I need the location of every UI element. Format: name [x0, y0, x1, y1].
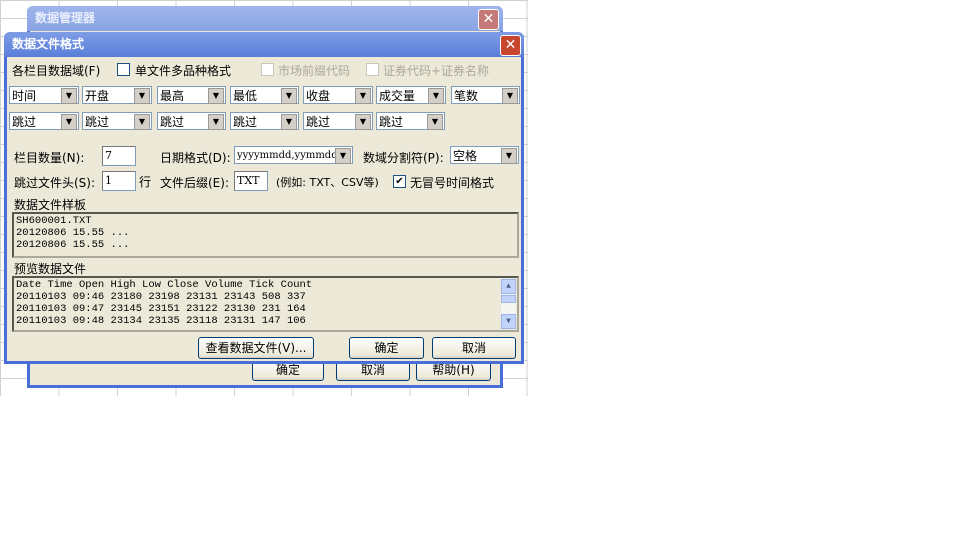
multi-format-checkbox[interactable] [117, 63, 130, 76]
column-field-select[interactable]: 最低 ▼ [230, 86, 299, 104]
column-field-value: 跳过 [160, 115, 185, 129]
no-colon-checkbox[interactable]: ✔ [393, 175, 406, 188]
column-field-select[interactable]: 跳过 ▼ [376, 112, 445, 130]
chevron-down-icon[interactable]: ▼ [355, 88, 371, 104]
dialog-title: 数据管理器 [35, 11, 96, 25]
column-field-value: 开盘 [85, 89, 110, 103]
chevron-down-icon[interactable]: ▼ [502, 88, 518, 104]
chevron-down-icon[interactable]: ▼ [61, 88, 77, 104]
column-field-value: 收盘 [306, 89, 331, 103]
column-field-select[interactable]: 笔数 ▼ [451, 86, 520, 104]
separator-value: 空格 [453, 149, 478, 163]
chevron-down-icon[interactable]: ▼ [335, 148, 351, 164]
chevron-down-icon[interactable]: ▼ [427, 114, 443, 130]
skip-header-label: 跳过文件头(S): [14, 176, 96, 190]
chevron-down-icon[interactable]: ▼ [501, 148, 517, 164]
scroll-up-icon[interactable]: ▲ [501, 279, 516, 294]
ok-button[interactable]: 确定 [349, 337, 424, 359]
date-format-select[interactable]: yyyymmdd,yymmdd ▼ [234, 146, 353, 164]
scroll-down-icon[interactable]: ▼ [501, 314, 516, 329]
column-field-select[interactable]: 最高 ▼ [157, 86, 226, 104]
close-icon[interactable]: ✕ [478, 9, 499, 30]
chevron-down-icon[interactable]: ▼ [134, 88, 150, 104]
preview-label: 预览数据文件 [14, 262, 87, 276]
chevron-down-icon[interactable]: ▼ [281, 88, 297, 104]
column-field-value: 跳过 [85, 115, 110, 129]
close-icon[interactable]: ✕ [500, 35, 521, 56]
column-field-value: 跳过 [306, 115, 331, 129]
chevron-down-icon[interactable]: ▼ [61, 114, 77, 130]
date-format-value: yyyymmdd,yymmdd [237, 150, 338, 161]
column-field-value: 笔数 [454, 89, 479, 103]
scrollbar[interactable]: ▲ ▼ [501, 279, 516, 329]
column-field-select[interactable]: 跳过 ▼ [303, 112, 373, 130]
column-field-value: 最高 [160, 89, 185, 103]
code-name-checkbox[interactable] [366, 63, 379, 76]
column-field-value: 跳过 [12, 115, 37, 129]
column-field-select[interactable]: 成交量 ▼ [376, 86, 446, 104]
column-field-select[interactable]: 跳过 ▼ [82, 112, 152, 130]
column-count-label: 栏目数量(N): [14, 151, 85, 165]
preview-textarea[interactable]: Date Time Open High Low Close Volume Tic… [12, 276, 519, 332]
chevron-down-icon[interactable]: ▼ [428, 88, 444, 104]
title-bar: 数据管理器 [27, 6, 503, 31]
column-field-value: 跳过 [379, 115, 404, 129]
chevron-down-icon[interactable]: ▼ [134, 114, 150, 130]
cancel-button[interactable]: 取消 [432, 337, 516, 359]
extension-label: 文件后缀(E): [160, 176, 229, 190]
column-field-select[interactable]: 开盘 ▼ [82, 86, 152, 104]
separator-select[interactable]: 空格 ▼ [450, 146, 519, 164]
market-prefix-label: 市场前缀代码 [278, 64, 351, 78]
title-bar: 数据文件格式 [4, 32, 524, 57]
extension-input[interactable]: TXT [234, 171, 268, 191]
skip-unit-label: 行 [139, 175, 152, 189]
sample-textarea[interactable]: SH600001.TXT 20120806 15.55 ... 20120806… [12, 212, 519, 258]
column-field-select[interactable]: 收盘 ▼ [303, 86, 373, 104]
no-colon-label: 无冒号时间格式 [410, 176, 495, 190]
column-field-select[interactable]: 跳过 ▼ [9, 112, 79, 130]
extension-hint: (例如: TXT、CSV等) [276, 176, 379, 189]
date-format-label: 日期格式(D): [160, 151, 231, 165]
column-count-input[interactable]: 7 [102, 146, 136, 166]
column-field-select[interactable]: 跳过 ▼ [230, 112, 299, 130]
sample-label: 数据文件样板 [14, 198, 87, 212]
market-prefix-checkbox[interactable] [261, 63, 274, 76]
column-field-value: 最低 [233, 89, 258, 103]
chevron-down-icon[interactable]: ▼ [208, 114, 224, 130]
dialog-title: 数据文件格式 [12, 37, 85, 51]
scroll-thumb[interactable] [501, 295, 516, 303]
preview-text: Date Time Open High Low Close Volume Tic… [16, 279, 313, 327]
column-field-select[interactable]: 时间 ▼ [9, 86, 79, 104]
column-field-value: 时间 [12, 89, 37, 103]
code-name-label: 证券代码+证券名称 [383, 64, 490, 78]
column-field-value: 跳过 [233, 115, 258, 129]
chevron-down-icon[interactable]: ▼ [355, 114, 371, 130]
multi-format-label: 单文件多品种格式 [135, 64, 232, 78]
column-field-select[interactable]: 跳过 ▼ [157, 112, 226, 130]
separator-label: 数域分割符(P): [363, 151, 444, 165]
chevron-down-icon[interactable]: ▼ [281, 114, 297, 130]
skip-header-input[interactable]: 1 [102, 171, 136, 191]
chevron-down-icon[interactable]: ▼ [208, 88, 224, 104]
column-field-value: 成交量 [379, 89, 416, 103]
view-data-file-button[interactable]: 查看数据文件(V)... [198, 337, 314, 359]
fields-label: 各栏目数据域(F) [12, 64, 101, 78]
